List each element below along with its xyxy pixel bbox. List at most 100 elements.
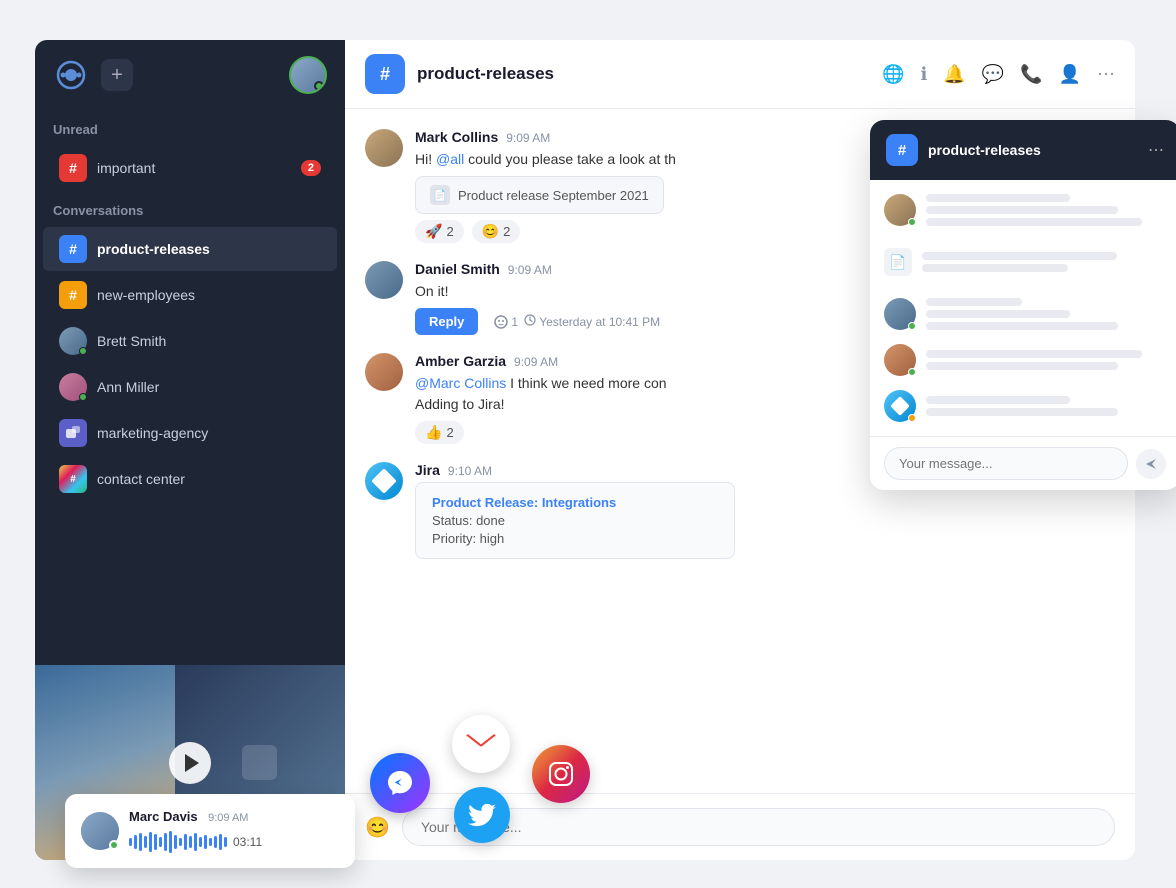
wave-bar [194,833,197,851]
wave-bar [184,834,187,850]
float-line [926,362,1118,370]
channel-color-icon: # [59,281,87,309]
sidebar-item-important[interactable]: # important 2 [43,146,337,190]
reaction-rocket[interactable]: 🚀 2 [415,220,464,243]
channel-color-icon: # [59,235,87,263]
hash-symbol: # [380,64,390,85]
float-doc-row: 📄 [884,240,1166,284]
sidebar-item-new-employees[interactable]: # new-employees [43,273,337,317]
conversations-section-label: Conversations [35,191,345,226]
members-icon[interactable]: 👤 [1059,64,1081,85]
wave-bar [144,836,147,848]
float-avatar-2 [884,298,916,330]
reaction-count: 2 [503,224,510,239]
reaction-thumbsup[interactable]: 👍 2 [415,421,464,444]
online-dot [79,393,87,401]
message-time: 9:10 AM [448,464,492,478]
float-message-1 [884,194,1166,226]
globe-icon[interactable]: 🌐 [882,64,904,85]
voice-waveform: 03:11 [129,830,339,854]
reaction-smile[interactable]: 😊 2 [472,220,521,243]
channel-name-label: Brett Smith [97,333,321,349]
voice-message-time: 9:09 AM [208,812,248,824]
messenger-icon[interactable] [370,753,430,813]
voice-avatar-online-dot [109,840,119,850]
wave-bar [134,835,137,849]
float-line [926,218,1142,226]
user-avatar[interactable] [289,56,327,94]
whatsapp-icon[interactable]: 💬 [982,64,1004,85]
user-avatar-icon [59,327,87,355]
sidebar-item-contact-center[interactable]: # contact center [43,457,337,501]
user-avatar-icon [59,373,87,401]
channel-name-label: important [97,160,291,176]
hash-icon: # [69,287,77,303]
voice-duration: 03:11 [233,835,262,849]
chat-header: # product-releases 🌐 ℹ 🔔 💬 📞 👤 ⋯ [345,40,1135,109]
message-time: 9:09 AM [508,263,552,277]
jira-status-dot [908,414,916,422]
wave-bar [129,838,132,846]
phone-icon[interactable]: 📞 [1020,64,1042,85]
jira-avatar [365,462,403,500]
float-send-button[interactable] [1136,449,1166,479]
channel-color-icon: # [59,465,87,493]
twitter-icon[interactable] [454,787,510,843]
reaction-emoji: 🚀 [425,223,442,240]
wave-bar [189,836,192,848]
floating-channel-name: product-releases [928,142,1138,158]
document-icon: 📄 [430,185,450,205]
float-message-lines [926,350,1166,370]
jira-status: Status: done [432,513,718,528]
message-time: 9:09 AM [506,131,550,145]
float-online-dot [908,218,916,226]
channel-color-icon [59,419,87,447]
voice-message-card: Marc Davis 9:09 AM 03:11 [65,794,355,868]
unread-badge: 2 [301,160,321,176]
emoji-picker-icon[interactable]: 😊 [365,815,390,840]
play-icon [185,754,199,772]
float-avatar-1 [884,194,916,226]
float-line [926,206,1118,214]
more-options-icon[interactable]: ⋯ [1097,64,1115,85]
instagram-icon[interactable] [532,745,590,803]
jira-card-title: Product Release: Integrations [432,495,718,510]
wave-bar [174,835,177,849]
sidebar-item-ann-miller[interactable]: Ann Miller [43,365,337,409]
sidebar-item-marketing-agency[interactable]: marketing-agency [43,411,337,455]
channel-name-label: Ann Miller [97,379,321,395]
sidebar: + Unread # important 2 Conversations # p… [35,40,345,860]
reaction-count: 2 [446,425,453,440]
float-message-3 [884,344,1166,376]
video-play-button[interactable] [169,742,211,784]
float-line [926,408,1118,416]
float-online-dot [908,368,916,376]
add-channel-button[interactable]: + [101,59,133,91]
voice-card-info: Marc Davis 9:09 AM 03:11 [129,808,339,854]
info-icon[interactable]: ℹ [920,64,927,85]
float-line [922,264,1068,272]
sidebar-item-product-releases[interactable]: # product-releases [43,227,337,271]
mention-all: @all [436,151,464,167]
reply-button[interactable]: Reply [415,308,478,335]
chat-channel-icon: # [365,54,405,94]
mark-collins-avatar [365,129,403,167]
floating-menu-icon[interactable]: ⋯ [1148,140,1164,160]
floating-message-input[interactable] [884,447,1128,480]
reaction-count: 2 [446,224,453,239]
notification-icon[interactable]: 🔔 [943,64,965,85]
message-attachment[interactable]: 📄 Product release September 2021 [415,176,664,214]
channel-color-icon: # [59,154,87,182]
gmail-icon[interactable] [452,715,510,773]
sidebar-item-brett-smith[interactable]: Brett Smith [43,319,337,363]
reaction-emoji: 😊 [482,223,499,240]
wave-bar [204,835,207,849]
voice-card-header: Marc Davis 9:09 AM [129,808,339,826]
reaction-emoji: 👍 [425,424,442,441]
floating-input-area [870,436,1176,490]
float-online-dot [908,322,916,330]
wave-bar [214,836,217,848]
online-dot [79,347,87,355]
wave-bar [149,832,152,852]
attachment-name: Product release September 2021 [458,188,649,203]
